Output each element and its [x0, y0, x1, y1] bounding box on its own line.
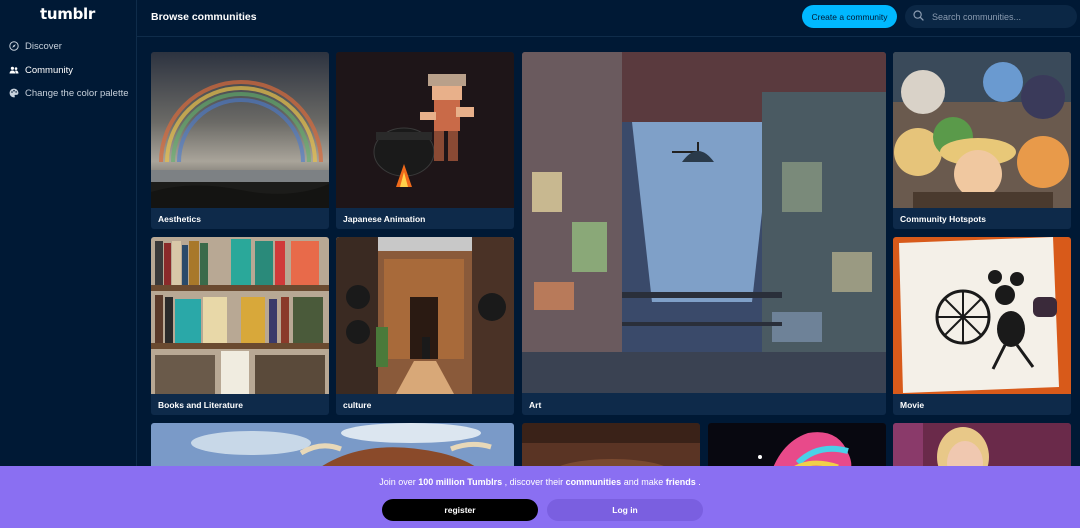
community-label: Books and Literature — [158, 400, 244, 410]
community-image — [336, 52, 514, 208]
community-image — [522, 52, 886, 393]
community-image — [151, 237, 329, 394]
banner-text-highlight: 100 million Tumblrs — [418, 477, 503, 487]
community-card-movie[interactable]: Movie — [893, 237, 1071, 415]
communities-grid: Aesthetics Japanese Animation Art Commun… — [137, 38, 1080, 528]
banner-text-highlight: communities — [565, 477, 622, 487]
search-box[interactable] — [905, 5, 1077, 28]
community-card-aesthetics[interactable]: Aesthetics — [151, 52, 329, 229]
sidebar-item-label: Community — [25, 64, 74, 76]
community-card-art[interactable]: Art — [522, 52, 886, 415]
banner-text-part: and make — [621, 477, 666, 487]
community-label: Movie — [900, 400, 925, 410]
sidebar-item-label: Discover — [25, 40, 62, 52]
sidebar: tumblr Discover Community Change the col… — [0, 0, 137, 528]
community-image — [336, 237, 514, 394]
banner-text-part: . — [695, 477, 701, 487]
tumblr-logo[interactable]: tumblr — [40, 5, 95, 23]
page-title: Browse communities — [151, 11, 257, 23]
banner-text-highlight: friends — [665, 477, 696, 487]
signup-banner: Join over 100 million Tumblrs , discover… — [0, 466, 1080, 528]
community-label: Community Hotspots — [900, 214, 986, 224]
community-label: culture — [343, 400, 372, 410]
compass-icon — [9, 41, 19, 51]
search-input[interactable] — [932, 11, 1072, 22]
community-image — [151, 52, 329, 208]
top-bar: Browse communities Create a community — [137, 0, 1080, 37]
sidebar-item-community[interactable]: Community — [9, 62, 73, 78]
create-community-button[interactable]: Create a community — [802, 5, 897, 28]
community-card-community-hotspots[interactable]: Community Hotspots — [893, 52, 1071, 229]
sidebar-item-color-palette[interactable]: Change the color palette — [9, 85, 129, 101]
community-card-books-and-literature[interactable]: Books and Literature — [151, 237, 329, 415]
people-icon — [9, 65, 19, 75]
community-label: Art — [529, 400, 542, 410]
banner-text-part: Join over — [379, 477, 419, 487]
community-card-japanese-animation[interactable]: Japanese Animation — [336, 52, 514, 229]
sidebar-item-label: Change the color palette — [25, 87, 129, 99]
palette-icon — [9, 88, 19, 98]
banner-text-part: , discover their — [502, 477, 566, 487]
community-image — [893, 52, 1071, 208]
community-label: Japanese Animation — [343, 214, 426, 224]
community-card-culture[interactable]: culture — [336, 237, 514, 415]
search-icon — [913, 8, 924, 26]
sidebar-item-discover[interactable]: Discover — [9, 38, 62, 54]
banner-text: Join over 100 million Tumblrs , discover… — [0, 477, 1080, 487]
register-button[interactable]: register — [382, 499, 538, 521]
login-button[interactable]: Log in — [547, 499, 703, 521]
community-image — [893, 237, 1071, 394]
community-label: Aesthetics — [158, 214, 201, 224]
